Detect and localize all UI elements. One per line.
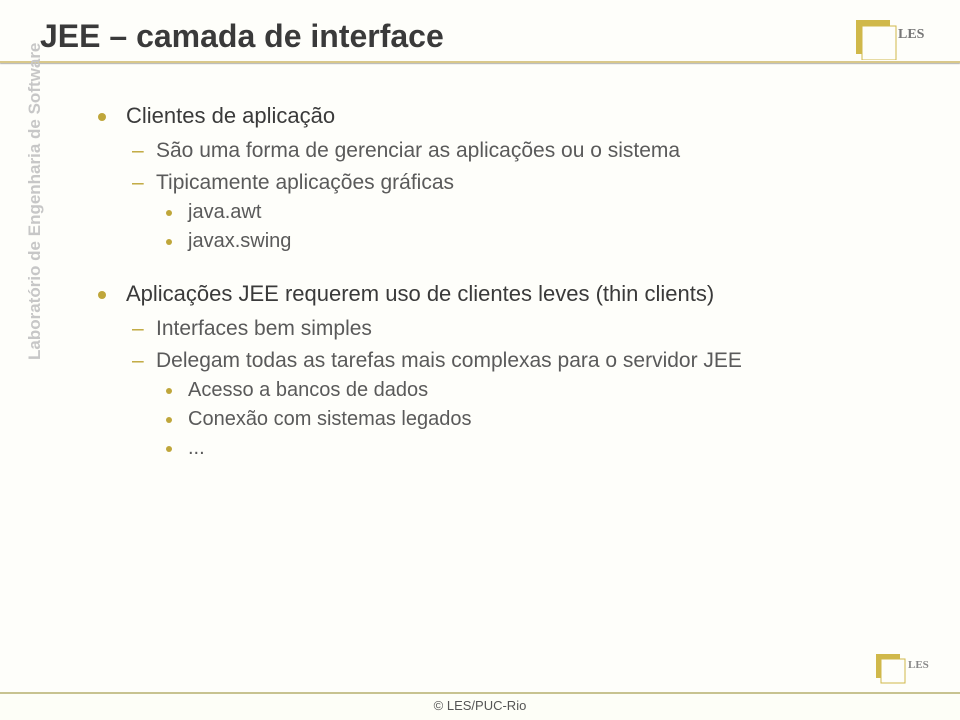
footer-text: © LES/PUC-Rio: [434, 698, 527, 713]
bullet-2-sub2c: ...: [156, 437, 920, 460]
sidebar-label: Laboratório de Engenharia de Software: [25, 43, 45, 360]
footer-bar: © LES/PUC-Rio: [0, 692, 960, 720]
svg-text:LES: LES: [898, 27, 925, 42]
bullet-1-sub2b: javax.swing: [156, 230, 920, 253]
bullet-2-sub2a: Acesso a bancos de dados: [156, 379, 920, 402]
bullet-2-text: Aplicações JEE requerem uso de clientes …: [126, 281, 714, 306]
bullet-1-sub2: Tipicamente aplicações gráficas java.awt…: [126, 171, 920, 253]
slide: LES JEE – camada de interface Laboratóri…: [0, 0, 960, 720]
svg-text:LES: LES: [908, 659, 929, 671]
bullet-2-sub2b: Conexão com sistemas legados: [156, 408, 920, 431]
slide-title: JEE – camada de interface: [40, 18, 920, 55]
bullet-1: Clientes de aplicação São uma forma de g…: [98, 103, 920, 253]
bullet-2-sub2: Delegam todas as tarefas mais complexas …: [126, 349, 920, 460]
bullet-2-sub2-text: Delegam todas as tarefas mais complexas …: [156, 349, 742, 372]
les-logo-top: LES: [856, 16, 930, 60]
title-underline: [0, 61, 960, 63]
bullet-2-sub1: Interfaces bem simples: [126, 317, 920, 341]
bullet-1-sub2a: java.awt: [156, 201, 920, 224]
bullet-2: Aplicações JEE requerem uso de clientes …: [98, 281, 920, 460]
bullet-1-text: Clientes de aplicação: [126, 103, 335, 128]
bullet-1-sub2-text: Tipicamente aplicações gráficas: [156, 171, 454, 194]
content-area: Clientes de aplicação São uma forma de g…: [98, 103, 920, 460]
bullet-1-sub1: São uma forma de gerenciar as aplicações…: [126, 139, 920, 163]
les-logo-bottom: LES: [876, 652, 934, 688]
